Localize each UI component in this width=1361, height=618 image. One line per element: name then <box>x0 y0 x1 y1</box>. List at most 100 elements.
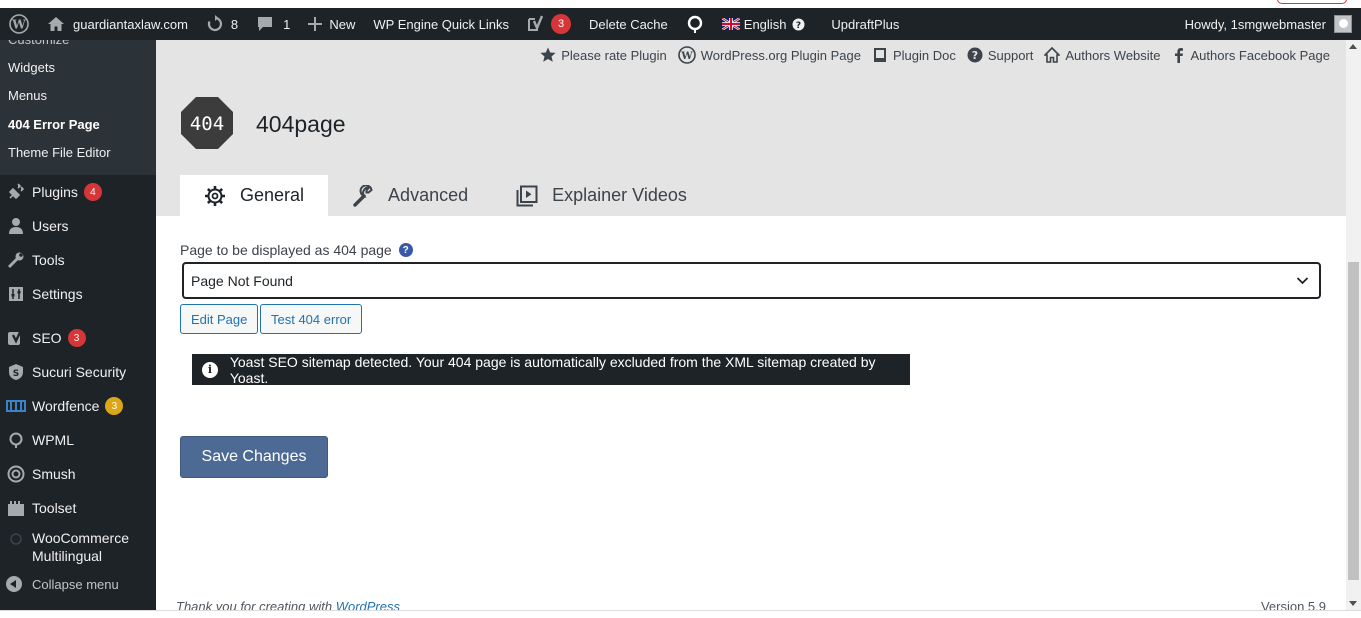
admin-bar: W guardiantaxlaw.com 8 1 New WP Engine Q… <box>0 8 1361 40</box>
shield-icon: S <box>6 362 26 382</box>
help-icon: ? <box>792 18 805 31</box>
plugins-count-badge: 4 <box>83 183 102 201</box>
main-content: Please rate Plugin W WordPress.org Plugi… <box>156 40 1346 618</box>
tab-general[interactable]: General <box>180 175 329 216</box>
menu-seo-label: SEO <box>32 330 62 346</box>
scrollbar-thumb[interactable] <box>1348 262 1359 580</box>
page-scrollbar[interactable] <box>1346 40 1361 610</box>
page-select-dropdown[interactable]: Page Not Found <box>182 262 1321 299</box>
delete-cache-label: Delete Cache <box>589 16 668 32</box>
edit-page-button[interactable]: Edit Page <box>180 304 259 334</box>
site-name-link[interactable]: guardiantaxlaw.com <box>38 8 197 40</box>
yoast-sitemap-notice: i Yoast SEO sitemap detected. Your 404 p… <box>192 353 910 386</box>
collapse-menu-label: Collapse menu <box>32 576 119 592</box>
my-account-menu[interactable]: Howdy, 1smgwebmaster <box>1176 8 1361 40</box>
tab-explainer-videos[interactable]: Explainer Videos <box>492 175 711 216</box>
settings-icon <box>6 284 26 304</box>
menu-woocommerce-multilingual[interactable]: WooCommerce Multilingual <box>0 525 156 569</box>
tab-advanced-label: Advanced <box>388 185 469 205</box>
menu-sucuri-security[interactable]: S Sucuri Security <box>0 355 156 389</box>
wpml-icon <box>6 430 26 450</box>
authors-facebook-link[interactable]: Authors Facebook Page <box>1172 47 1330 63</box>
comments-count: 1 <box>283 16 291 32</box>
support-label: Support <box>987 47 1034 63</box>
tab-advanced[interactable]: Advanced <box>328 175 492 216</box>
refresh-icon <box>207 15 222 32</box>
svg-text:W: W <box>11 18 26 32</box>
updates-link[interactable]: 8 <box>197 8 247 40</box>
plugin-doc-label: Plugin Doc <box>892 47 956 63</box>
new-content-link[interactable]: New <box>299 8 364 40</box>
gear-icon <box>205 185 225 206</box>
yoast-menu[interactable]: 3 <box>518 8 580 40</box>
settings-tabs: General Advanced Explainer Videos <box>180 175 711 216</box>
submenu-menus[interactable]: Menus <box>0 82 55 110</box>
book-icon <box>873 48 886 62</box>
menu-sucuri-label: Sucuri Security <box>32 364 127 380</box>
menu-toolset-label: Toolset <box>32 500 77 516</box>
authors-facebook-label: Authors Facebook Page <box>1190 47 1330 63</box>
collapse-menu-button[interactable]: Collapse menu <box>0 569 156 599</box>
support-link[interactable]: ? Support <box>967 47 1034 63</box>
smush-icon <box>6 464 26 484</box>
menu-users[interactable]: Users <box>0 209 156 243</box>
admin-sidebar: Customize Widgets Menus 404 Error Page T… <box>0 40 156 618</box>
menu-seo[interactable]: SEO 3 <box>0 321 156 355</box>
wpengine-quick-links[interactable]: WP Engine Quick Links <box>364 8 518 40</box>
wpml-menu[interactable] <box>677 8 713 40</box>
menu-tools[interactable]: Tools <box>0 243 156 277</box>
svg-text:?: ? <box>796 21 801 31</box>
avatar <box>1334 15 1352 33</box>
menu-plugins[interactable]: Plugins 4 <box>0 175 156 209</box>
updraftplus-menu[interactable]: UpdraftPlus <box>822 8 908 40</box>
rate-plugin-label: Please rate Plugin <box>561 47 667 63</box>
facebook-icon <box>1174 48 1183 63</box>
menu-toolset[interactable]: Toolset <box>0 491 156 525</box>
tab-explainer-videos-label: Explainer Videos <box>552 185 687 205</box>
menu-plugins-label: Plugins <box>32 184 78 200</box>
test-404-button[interactable]: Test 404 error <box>260 304 363 334</box>
svg-text:?: ? <box>972 49 978 62</box>
wpengine-label: WP Engine Quick Links <box>373 16 509 32</box>
menu-wpml[interactable]: WPML <box>0 423 156 457</box>
delete-cache-button[interactable]: Delete Cache <box>580 8 677 40</box>
submenu-theme-file-editor[interactable]: Theme File Editor <box>0 139 119 167</box>
404page-logo: 404 <box>181 97 233 149</box>
save-changes-button[interactable]: Save Changes <box>180 436 328 478</box>
wrench-icon <box>353 184 373 207</box>
yoast-badge: 3 <box>551 14 571 34</box>
plugin-doc-link[interactable]: Plugin Doc <box>872 47 956 63</box>
scroll-down-arrow[interactable] <box>1349 601 1357 606</box>
submenu-customize[interactable]: Customize <box>0 40 77 54</box>
notice-text: Yoast SEO sitemap detected. Your 404 pag… <box>229 353 876 386</box>
authors-website-link[interactable]: Authors Website <box>1044 47 1161 63</box>
wporg-plugin-page-label: WordPress.org Plugin Page <box>700 47 861 63</box>
language-switcher[interactable]: English ? <box>713 8 815 40</box>
logo-text: 404 <box>190 113 224 135</box>
rate-plugin-link[interactable]: Please rate Plugin <box>540 47 667 63</box>
wpml-icon <box>687 15 702 33</box>
selected-page-value: Page Not Found <box>191 272 293 289</box>
updraft-label: UpdraftPlus <box>831 16 900 32</box>
menu-users-label: Users <box>32 218 69 234</box>
page-select-label-text: Page to be displayed as 404 page <box>180 242 392 258</box>
menu-wordfence[interactable]: Wordfence 3 <box>0 389 156 423</box>
scroll-up-arrow[interactable] <box>1349 44 1357 49</box>
svg-text:S: S <box>13 369 19 379</box>
comments-link[interactable]: 1 <box>247 8 299 40</box>
language-label: English <box>743 16 787 32</box>
menu-settings[interactable]: Settings <box>0 277 156 311</box>
plus-icon <box>308 17 323 31</box>
new-label: New <box>329 16 356 32</box>
chevron-down-icon <box>1296 277 1309 285</box>
plugin-icon <box>6 182 26 202</box>
wordpress-logo-icon[interactable]: W <box>0 8 38 40</box>
help-icon[interactable]: ? <box>398 243 413 257</box>
menu-smush-label: Smush <box>32 466 76 482</box>
menu-smush[interactable]: Smush <box>0 457 156 491</box>
submenu-widgets[interactable]: Widgets <box>0 54 63 82</box>
submenu-404-error-page[interactable]: 404 Error Page <box>0 111 108 139</box>
wordfence-icon <box>6 396 26 416</box>
wporg-plugin-page-link[interactable]: W WordPress.org Plugin Page <box>677 46 861 64</box>
page-title: 404page <box>256 111 346 137</box>
